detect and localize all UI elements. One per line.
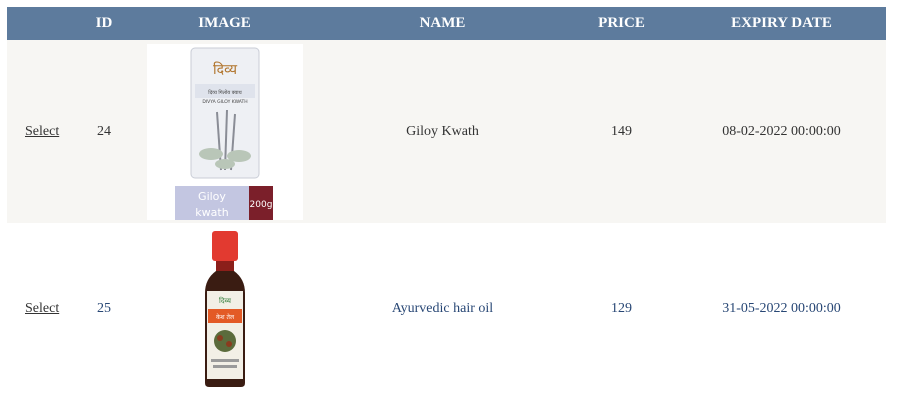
image-cell: दिव्य दिव्य गिलोय क्वाथ DIVYA GILOY KWAT… xyxy=(130,40,319,223)
id-cell: 24 xyxy=(97,123,111,139)
price-cell: 129 xyxy=(611,301,632,316)
select-cell: Select xyxy=(7,223,78,395)
giloy-label: Giloy xyxy=(198,190,226,203)
select-cell: Select xyxy=(7,40,78,223)
pack-hindi-label: दिव्य गिलोय क्वाथ xyxy=(208,89,242,96)
expiry-date-cell: 31-05-2022 00:00:00 xyxy=(722,301,841,316)
name-cell: Ayurvedic hair oil xyxy=(391,301,494,316)
header-row: ID IMAGE NAME PRICE EXPIRY DATE xyxy=(7,7,886,40)
table-row: Select 24 दिव्य दिव्य गिलोय क्वाथ DIVYA … xyxy=(7,40,886,223)
header-expiry-date: EXPIRY DATE xyxy=(731,15,832,31)
hair-oil-bottle-icon: दिव्य केश तेल xyxy=(204,231,245,387)
pack-brand-text: दिव्य xyxy=(213,61,238,78)
bottle-brand-text: दिव्य xyxy=(219,296,232,305)
expiry-date-cell: 08-02-2022 00:00:00 xyxy=(722,123,841,139)
giloy-kwath-pack-icon: दिव्य दिव्य गिलोय क्वाथ DIVYA GILOY KWAT… xyxy=(146,43,303,220)
header-id: ID xyxy=(95,15,113,31)
products-grid: ID IMAGE NAME PRICE EXPIRY DATE Select 2… xyxy=(7,7,886,395)
pack-english-label: DIVYA GILOY KWATH xyxy=(202,99,247,105)
table-row: Select 25 दिव्य केश तेल Ayurvedic hair o… xyxy=(7,223,886,395)
bottle-product-label: केश तेल xyxy=(215,313,234,321)
header-price: PRICE xyxy=(598,15,645,31)
header-name: NAME xyxy=(419,15,466,31)
price-cell: 149 xyxy=(611,123,632,139)
weight-label: 200g xyxy=(249,200,272,210)
header-select xyxy=(7,7,78,40)
name-cell: Giloy Kwath xyxy=(406,123,479,139)
header-image: IMAGE xyxy=(198,15,251,31)
select-link[interactable]: Select xyxy=(25,301,59,316)
kwath-label: kwath xyxy=(195,206,228,219)
id-cell: 25 xyxy=(97,301,111,316)
select-link[interactable]: Select xyxy=(25,124,59,139)
image-cell: दिव्य केश तेल xyxy=(130,223,319,395)
